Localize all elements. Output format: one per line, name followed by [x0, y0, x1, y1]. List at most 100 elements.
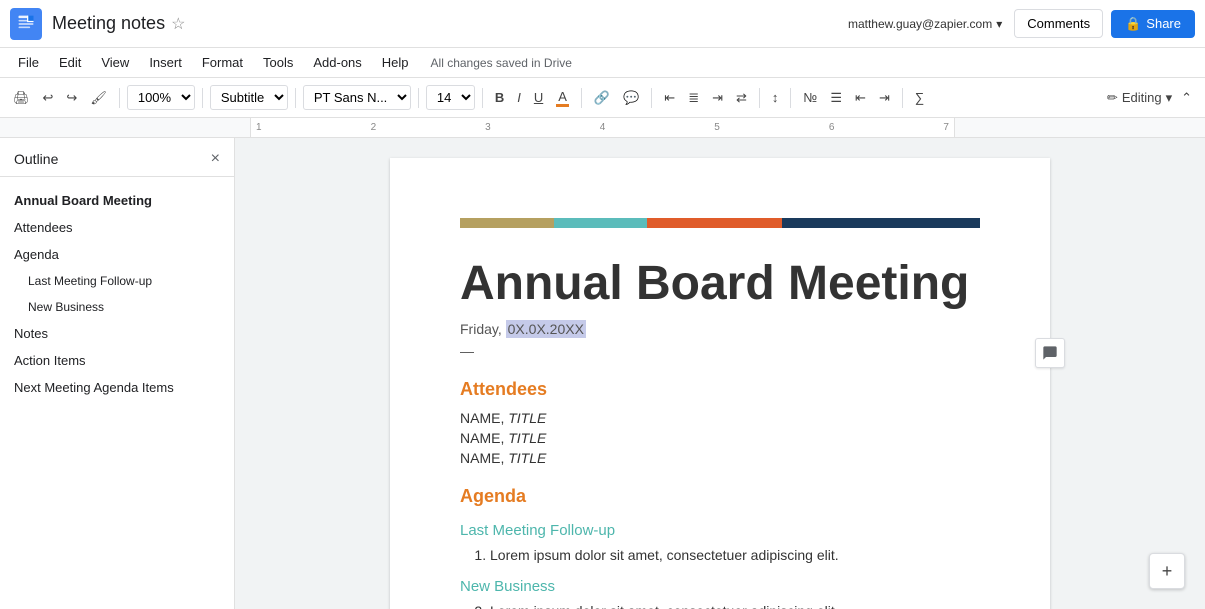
outline-item-attendees[interactable]: Attendees	[0, 214, 234, 241]
last-meeting-list: Lorem ipsum dolor sit amet, consectetuer…	[460, 547, 980, 563]
sidebar-close-button[interactable]: ×	[211, 150, 220, 168]
app-icon	[10, 8, 42, 40]
collapse-toolbar-button[interactable]: ⌃	[1176, 86, 1197, 110]
separator-4	[418, 88, 419, 108]
ruler: 1234567	[0, 118, 1205, 138]
share-lock-icon: 🔒	[1125, 16, 1141, 32]
meeting-date[interactable]: Friday, 0X.0X.20XX	[460, 321, 980, 337]
formula-button[interactable]: ∑	[910, 86, 929, 109]
font-size-select[interactable]: 14	[426, 85, 475, 110]
line-spacing-button[interactable]: ↕	[767, 86, 784, 109]
zoom-select[interactable]: 100%	[127, 85, 195, 110]
document-page: Annual Board Meeting Friday, 0X.0X.20XX …	[390, 158, 1050, 609]
date-prefix: Friday,	[460, 321, 506, 337]
comment-button[interactable]: 💬	[618, 86, 644, 110]
outline-item-last-meeting-followup[interactable]: Last Meeting Follow-up	[0, 268, 234, 294]
menu-insert[interactable]: Insert	[141, 51, 190, 74]
outline-item-notes[interactable]: Notes	[0, 320, 234, 347]
style-select[interactable]: Subtitle	[210, 85, 288, 110]
share-button[interactable]: 🔒 Share	[1111, 10, 1195, 38]
main-area: Outline × Annual Board Meeting Attendees…	[0, 138, 1205, 609]
text-color-button[interactable]: A	[551, 85, 574, 111]
user-email: matthew.guay@zapier.com	[848, 17, 992, 31]
numbered-list-button[interactable]: №	[798, 86, 822, 109]
outline-item-action-items[interactable]: Action Items	[0, 347, 234, 374]
color-seg-5	[782, 218, 980, 228]
sidebar: Outline × Annual Board Meeting Attendees…	[0, 138, 235, 609]
separator-2	[202, 88, 203, 108]
color-seg-2	[554, 218, 648, 228]
color-bar	[460, 218, 980, 228]
underline-button[interactable]: U	[529, 86, 548, 109]
attendee-3-title: TITLE	[508, 450, 546, 466]
color-seg-4	[741, 218, 783, 228]
outline-item-annual-board-meeting[interactable]: Annual Board Meeting	[0, 187, 234, 214]
menu-tools[interactable]: Tools	[255, 51, 301, 74]
star-icon[interactable]: ☆	[171, 14, 185, 34]
date-dash: —	[460, 343, 980, 359]
print-button[interactable]: 🖨	[8, 86, 35, 110]
comments-button[interactable]: Comments	[1014, 9, 1103, 38]
attendee-2-name: NAME,	[460, 430, 504, 446]
share-label: Share	[1146, 16, 1181, 31]
attendee-1-title: TITLE	[508, 410, 546, 426]
separator-9	[790, 88, 791, 108]
list-item-2: Lorem ipsum dolor sit amet, consectetuer…	[490, 603, 980, 609]
bold-button[interactable]: B	[490, 86, 509, 109]
editing-label[interactable]: Editing	[1122, 90, 1162, 105]
editing-mode: ✏ Editing ▾ ⌃	[1107, 86, 1197, 110]
new-business-list: Lorem ipsum dolor sit amet, consectetuer…	[460, 603, 980, 609]
menu-view[interactable]: View	[93, 51, 137, 74]
top-bar: Meeting notes ☆ matthew.guay@zapier.com …	[0, 0, 1205, 48]
outline-item-new-business[interactable]: New Business	[0, 294, 234, 320]
editing-dropdown-icon[interactable]: ▾	[1166, 90, 1173, 106]
document-area[interactable]: Annual Board Meeting Friday, 0X.0X.20XX …	[235, 138, 1205, 609]
attendee-3-name: NAME,	[460, 450, 504, 466]
toolbar: 🖨 ↩ ↪ 🖌 100% Subtitle PT Sans N... 14 B …	[0, 78, 1205, 118]
ruler-inner: 1234567	[250, 118, 955, 137]
paint-format-button[interactable]: 🖌	[85, 86, 112, 110]
comment-sidebar-button[interactable]	[1035, 338, 1065, 368]
menu-addons[interactable]: Add-ons	[305, 51, 369, 74]
menu-help[interactable]: Help	[374, 51, 417, 74]
menu-edit[interactable]: Edit	[51, 51, 89, 74]
align-right-button[interactable]: ⇥	[707, 86, 728, 110]
attendee-2-title: TITLE	[508, 430, 546, 446]
align-left-button[interactable]: ⇤	[659, 86, 680, 110]
menu-file[interactable]: File	[10, 51, 47, 74]
align-justify-button[interactable]: ⇄	[731, 86, 752, 110]
attendees-heading[interactable]: Attendees	[460, 379, 980, 400]
add-button[interactable]: +	[1149, 553, 1185, 589]
color-seg-1	[460, 218, 554, 228]
separator-8	[759, 88, 760, 108]
separator-10	[902, 88, 903, 108]
meeting-title[interactable]: Annual Board Meeting	[460, 258, 980, 311]
color-seg-3	[647, 218, 741, 228]
attendee-3: NAME, TITLE	[460, 450, 980, 466]
link-button[interactable]: 🔗	[589, 86, 615, 110]
agenda-heading[interactable]: Agenda	[460, 486, 980, 507]
separator-6	[581, 88, 582, 108]
indent-dec-button[interactable]: ⇤	[850, 86, 871, 110]
redo-button[interactable]: ↪	[61, 86, 82, 110]
document-title[interactable]: Meeting notes	[52, 13, 165, 34]
indent-inc-button[interactable]: ⇥	[874, 86, 895, 110]
date-highlight[interactable]: 0X.0X.20XX	[506, 320, 586, 338]
outline-item-agenda[interactable]: Agenda	[0, 241, 234, 268]
attendee-1: NAME, TITLE	[460, 410, 980, 426]
bullet-list-button[interactable]: ☰	[825, 86, 847, 110]
sidebar-header: Outline ×	[0, 138, 234, 177]
separator-5	[482, 88, 483, 108]
font-select[interactable]: PT Sans N...	[303, 85, 411, 110]
separator-7	[651, 88, 652, 108]
last-meeting-followup-heading[interactable]: Last Meeting Follow-up	[460, 522, 980, 539]
attendee-1-name: NAME,	[460, 410, 504, 426]
italic-button[interactable]: I	[512, 86, 526, 109]
new-business-heading[interactable]: New Business	[460, 578, 980, 595]
outline-item-next-meeting-agenda[interactable]: Next Meeting Agenda Items	[0, 374, 234, 401]
menu-format[interactable]: Format	[194, 51, 251, 74]
user-info[interactable]: matthew.guay@zapier.com ▾	[848, 17, 1002, 31]
separator-3	[295, 88, 296, 108]
align-center-button[interactable]: ≣	[683, 86, 704, 110]
undo-button[interactable]: ↩	[38, 86, 59, 110]
